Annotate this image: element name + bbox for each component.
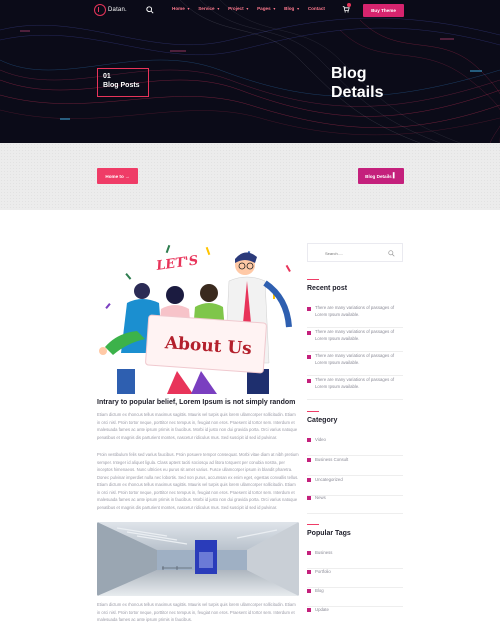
bullet-square-icon — [307, 458, 311, 462]
bullet-square-icon — [307, 331, 311, 335]
badge-number: 01 — [103, 73, 111, 80]
recent-post-item[interactable]: There are many variations of passages of… — [307, 376, 403, 400]
bullet-square-icon — [307, 379, 311, 383]
bullet-square-icon — [307, 551, 311, 555]
search-icon[interactable] — [388, 250, 395, 257]
badge-label: Blog Posts — [103, 82, 140, 89]
category-item[interactable]: News — [307, 494, 403, 514]
nav-home-label: Home — [172, 6, 185, 11]
recent-post-item[interactable]: There are many variations of passages of… — [307, 304, 403, 328]
bullet-square-icon — [307, 355, 311, 359]
tag-item[interactable]: Business — [307, 549, 403, 569]
recent-post-title: There are many variations of passages of… — [315, 305, 395, 317]
nav-contact-label: Contact — [307, 6, 325, 11]
chevron-down-icon: ▼ — [186, 6, 191, 11]
category-item[interactable]: Uncategorized — [307, 476, 403, 496]
cursor-icon: ▍ — [392, 173, 397, 179]
recent-post-item[interactable]: There are many variations of passages of… — [307, 328, 403, 352]
illustration-lets-text: LET'S — [154, 253, 199, 274]
breadcrumb-home-button[interactable]: Home to → — [97, 168, 138, 184]
breadcrumb-band — [0, 143, 500, 210]
tag-label: Portfolio — [315, 569, 331, 574]
recent-post-item[interactable]: There are many variations of passages of… — [307, 352, 403, 376]
logo[interactable]: Datan. — [94, 4, 127, 16]
nav-project-label: Project — [228, 6, 244, 11]
about-us-illustration: LET'S About Us — [99, 244, 292, 394]
category-label: News — [315, 495, 326, 500]
bullet-square-icon — [307, 478, 311, 482]
main-menu: Home ▼ Service ▼ Project ▼ Pages ▼ Blog ▼ Con… — [172, 6, 333, 11]
logo-mark-icon — [94, 4, 106, 16]
post-paragraph-2: Proin vestibulum felis sed varius faucib… — [97, 452, 299, 510]
page-title-line2: Details — [331, 84, 384, 101]
tag-label: Blog — [315, 588, 324, 593]
popular-tags-heading: Popular Tags — [307, 524, 351, 537]
breadcrumb-home-label: Home to — [105, 173, 124, 179]
nav-pages-label: Pages — [257, 6, 271, 11]
page-title-line1: Blog — [331, 65, 367, 82]
nav-project[interactable]: Project ▼ — [228, 6, 249, 11]
tag-item[interactable]: Blog — [307, 587, 403, 607]
page-badge: 01 Blog Posts — [97, 68, 149, 97]
office-photo — [97, 522, 299, 596]
sidebar-search — [307, 243, 403, 262]
category-label: Video — [315, 437, 326, 442]
chevron-down-icon: ▼ — [296, 6, 300, 11]
category-label: Uncategorized — [315, 477, 343, 482]
page-title: Blog Details — [331, 64, 421, 102]
nav-blog[interactable]: Blog ▼ — [284, 6, 300, 11]
nav-blog-label: Blog — [284, 6, 295, 11]
bullet-square-icon — [307, 496, 311, 500]
logo-text: Datan. — [108, 7, 127, 13]
tag-label: Business — [315, 550, 333, 555]
hero-banner: Datan. Home ▼ Service ▼ Project ▼ Pages ▼ Bl… — [0, 0, 500, 143]
nav-pages[interactable]: Pages ▼ — [257, 6, 276, 11]
bullet-square-icon — [307, 570, 311, 574]
tag-item[interactable]: Portfolio — [307, 568, 403, 588]
buy-theme-button[interactable]: Buy Theme — [363, 4, 404, 17]
search-icon[interactable] — [146, 6, 154, 14]
recent-post-title: There are many variations of passages of… — [315, 377, 395, 389]
chevron-down-icon: ▼ — [272, 6, 277, 11]
nav-service-label: Service — [198, 6, 215, 11]
tag-item[interactable]: Update — [307, 606, 403, 625]
chevron-down-icon: ▼ — [216, 6, 221, 11]
category-item[interactable]: Video — [307, 436, 403, 456]
chevron-down-icon: ▼ — [245, 6, 250, 11]
category-label: Business Consult — [315, 457, 349, 462]
bullet-square-icon — [307, 438, 311, 442]
category-heading: Category — [307, 411, 338, 424]
search-input[interactable] — [325, 249, 375, 257]
tag-label: Update — [315, 607, 329, 612]
top-navigation: Datan. Home ▼ Service ▼ Project ▼ Pages ▼ Bl… — [0, 0, 500, 22]
recent-post-title: There are many variations of passages of… — [315, 353, 395, 365]
post-paragraph-1: Etiam dictum ex rhoncus tellus maximus s… — [97, 412, 298, 440]
recent-post-heading: Recent post — [307, 279, 348, 292]
bullet-square-icon — [307, 608, 311, 612]
post-title: Intrary to popular belief, Lorem Ipsum i… — [97, 399, 296, 406]
breadcrumb-current-button[interactable]: Blog Details ▍ — [358, 168, 404, 184]
category-item[interactable]: Business Consult — [307, 456, 403, 476]
arrow-right-icon: → — [125, 173, 130, 179]
bullet-square-icon — [307, 307, 311, 311]
cart-badge — [347, 3, 351, 7]
nav-contact[interactable]: Contact — [308, 6, 325, 11]
post-paragraph-3: Etiam dictum ex rhoncus tellus maximus s… — [97, 602, 296, 622]
breadcrumb-current-label: Blog Details — [365, 173, 392, 179]
bullet-square-icon — [307, 589, 311, 593]
recent-post-title: There are many variations of passages of… — [315, 329, 395, 341]
nav-home[interactable]: Home ▼ — [172, 6, 190, 11]
nav-service[interactable]: Service ▼ — [198, 6, 220, 11]
